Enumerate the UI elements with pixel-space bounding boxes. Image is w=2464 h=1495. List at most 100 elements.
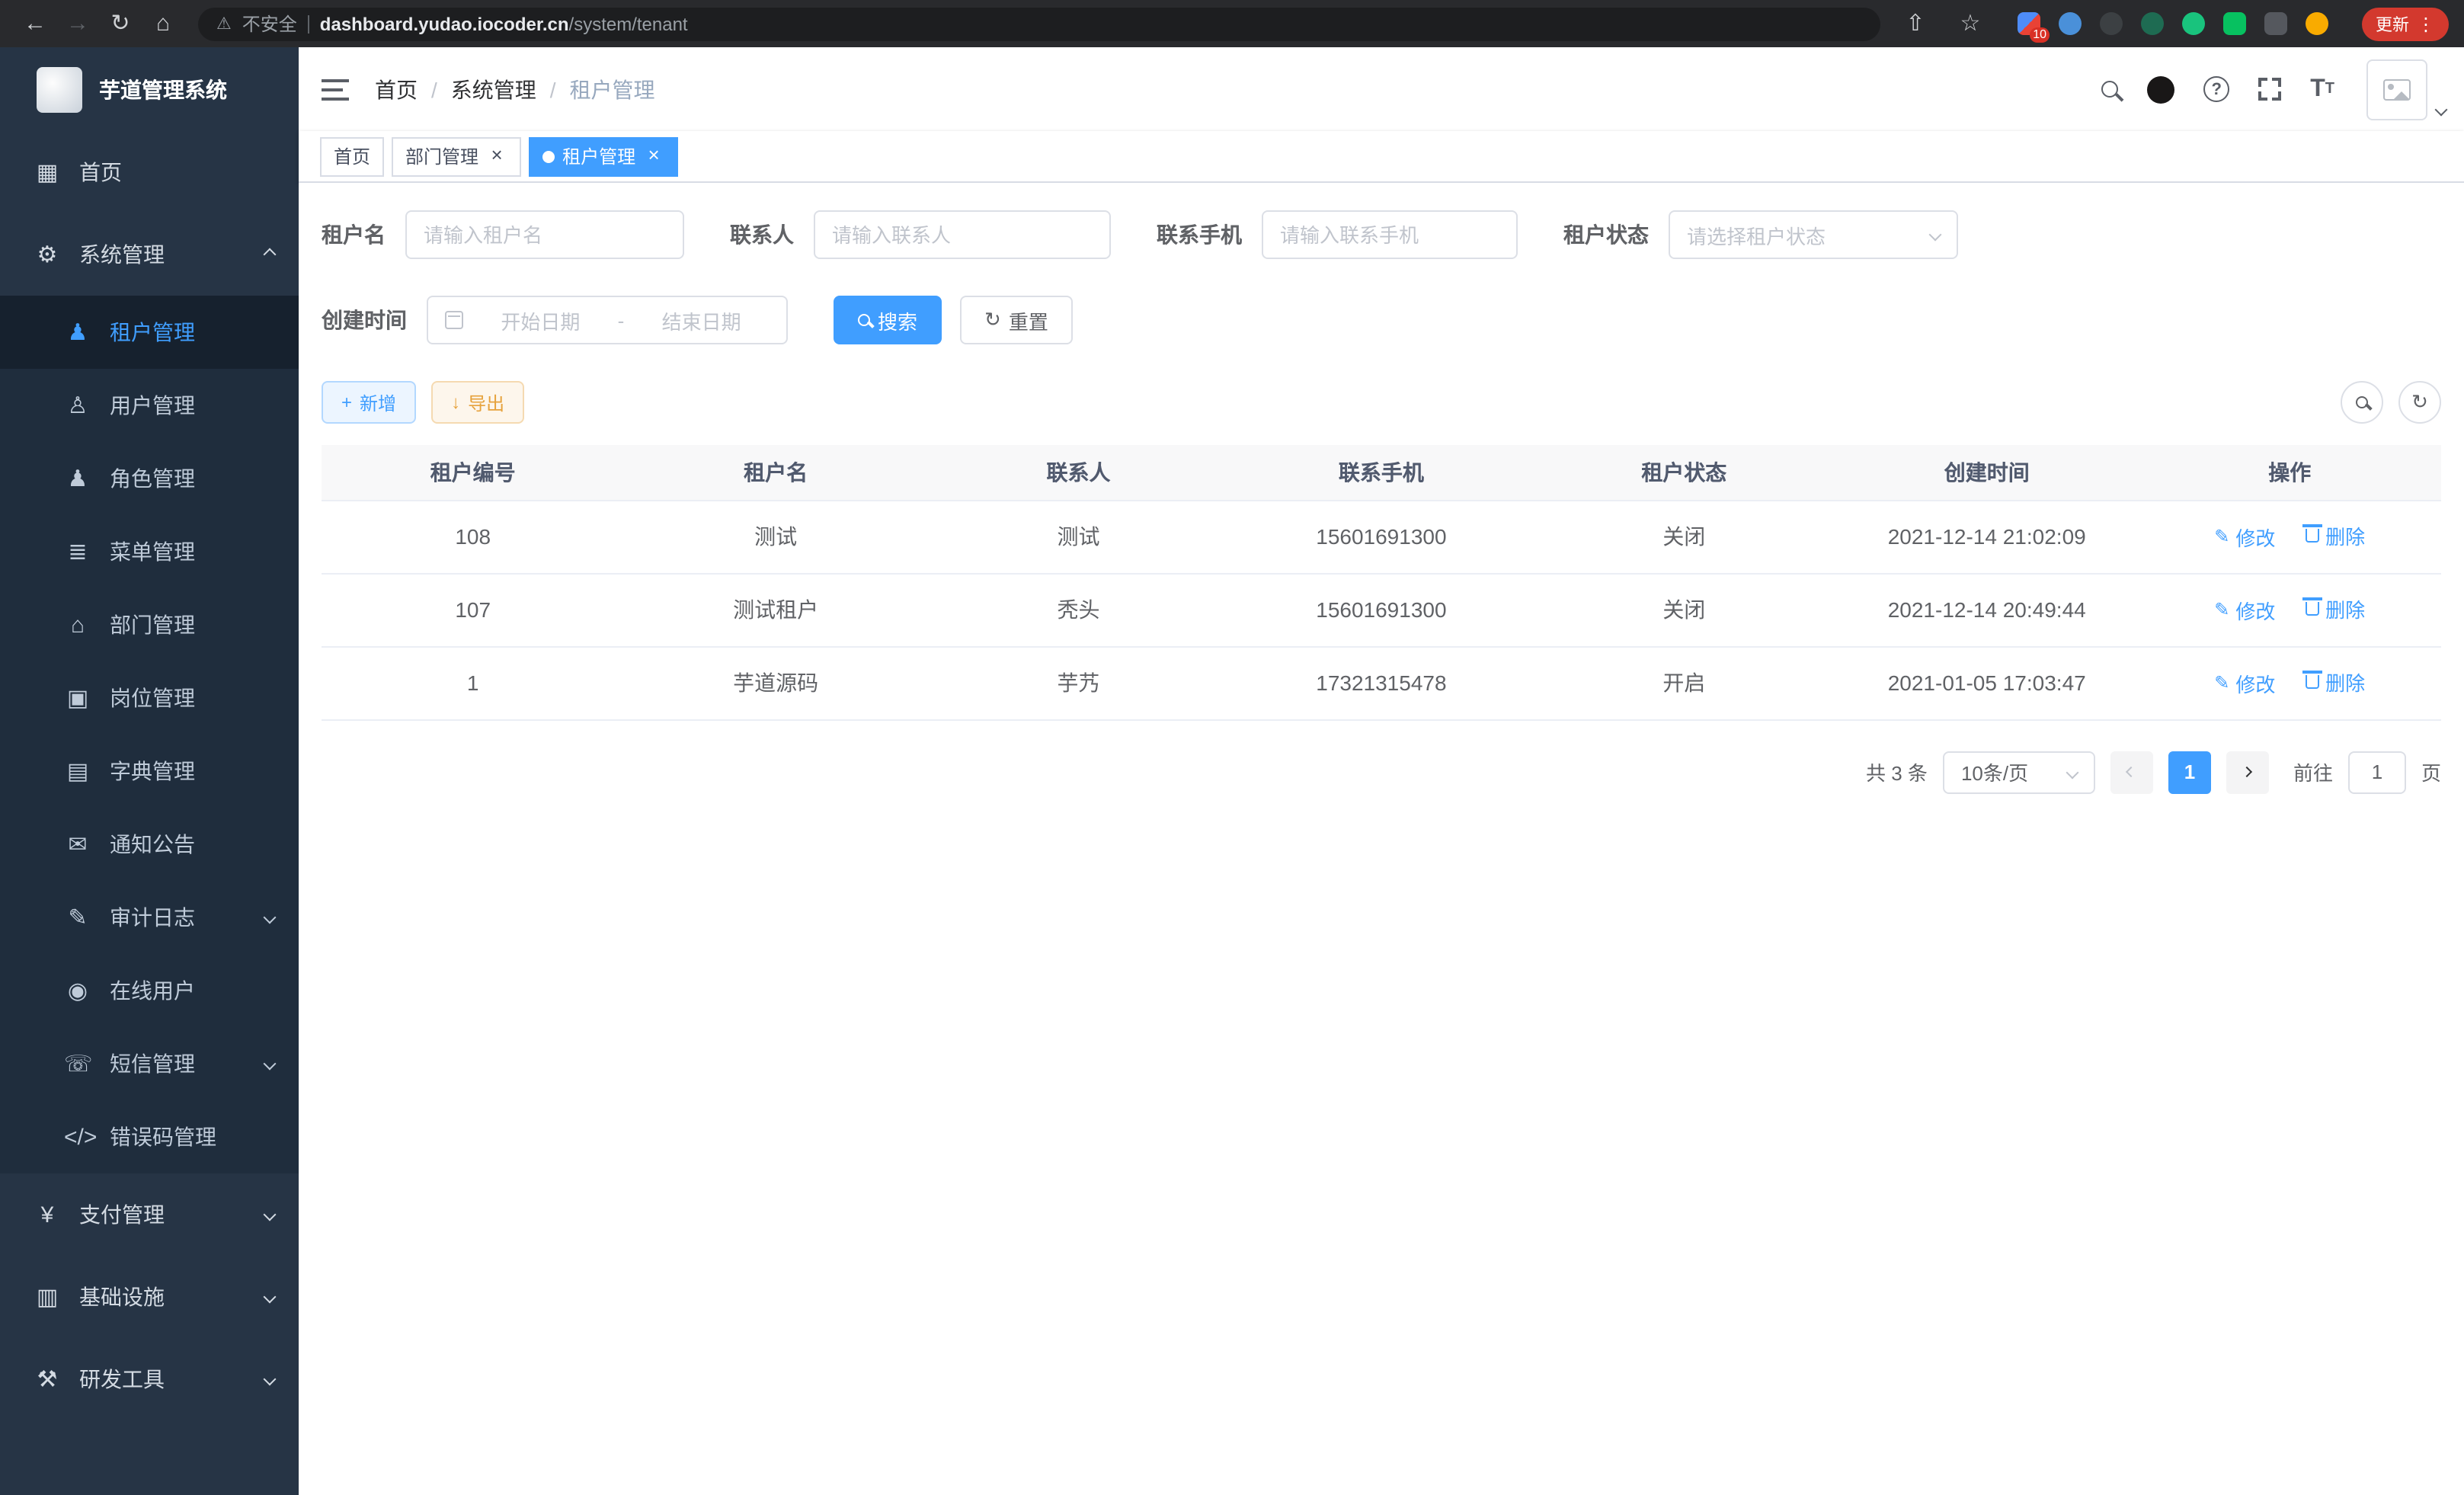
tab-label: 部门管理 [405,143,478,169]
sidebar-item[interactable]: ◉ 在线用户 [0,954,299,1027]
delete-button[interactable]: 删除 [2306,522,2365,551]
status-select-placeholder: 请选择租户状态 [1687,220,1922,249]
tab[interactable]: 部门管理 × [392,136,521,176]
forward-icon[interactable]: → [58,0,98,47]
search-icon [858,314,870,326]
breadcrumb-item[interactable]: 首页 / [375,74,451,104]
browser-menu-icon[interactable]: ⋮ [2417,13,2435,34]
notice-icon: ✉ [64,831,91,858]
calendar-icon [445,311,463,329]
address-bar[interactable]: ⚠ 不安全 dashboard.yudao.iocoder.cn/system/… [198,7,1880,40]
sidebar-item[interactable]: ▣ 岗位管理 [0,661,299,735]
screen: ← → ↻ ⌂ ⚠ 不安全 dashboard.yudao.iocoder.cn… [0,0,2464,1495]
next-page-button[interactable] [2226,751,2269,793]
delete-button[interactable]: 删除 [2306,595,2365,624]
browser-toolbar: ← → ↻ ⌂ ⚠ 不安全 dashboard.yudao.iocoder.cn… [0,0,2464,47]
date-range-picker[interactable]: 开始日期 - 结束日期 [427,296,788,344]
top-navbar: 首页 / 系统管理 / 租户管理 / [299,47,2464,131]
sidebar-item[interactable]: ♙ 用户管理 [0,369,299,442]
sidebar-item[interactable]: ▤ 字典管理 [0,735,299,808]
add-button[interactable]: + 新增 [322,381,416,424]
mobile-input[interactable] [1280,223,1499,246]
tab-close-icon[interactable]: × [643,146,664,167]
sidebar-item[interactable]: ▥ 基础设施 [0,1256,299,1338]
sidebar-item[interactable]: ▦ 首页 [0,131,299,213]
extension-icon[interactable]: 10 [2018,12,2040,35]
breadcrumb-separator: / [431,77,437,101]
help-icon[interactable]: ? [2203,76,2229,102]
extension-icon[interactable] [2306,12,2328,35]
sidebar-item[interactable]: ✎ 审计日志 [0,881,299,954]
active-dot [542,150,555,162]
extension-icon[interactable] [2059,12,2082,35]
tenant-name-input[interactable] [424,223,666,246]
home-icon[interactable]: ⌂ [143,0,183,47]
extension-icon[interactable] [2182,12,2205,35]
sidebar-item[interactable]: ¥ 支付管理 [0,1173,299,1256]
sidebar-item[interactable]: ♟ 角色管理 [0,442,299,515]
sidebar-item[interactable]: ♟ 租户管理 [0,296,299,369]
chevron-icon [264,1208,277,1221]
tab-close-icon[interactable]: × [486,146,507,167]
cell-status: 开启 [1533,646,1835,719]
back-icon[interactable]: ← [15,0,55,47]
logo[interactable]: 芋道管理系统 [0,47,299,131]
date-end-placeholder: 结束日期 [633,306,770,335]
tab[interactable]: 租户管理 × [529,136,678,176]
toggle-search-button[interactable] [2341,381,2383,424]
logo-avatar [37,66,82,112]
chevron-icon [264,248,277,261]
breadcrumb-item[interactable]: 系统管理 / [451,74,570,104]
sidebar-item-label: 在线用户 [110,975,274,1006]
edit-button[interactable]: ✎修改 [2214,669,2275,698]
trash-icon [2306,603,2319,616]
prev-page-button[interactable] [2110,751,2153,793]
page-size-select[interactable]: 10条/页 [1943,751,2095,793]
edit-button[interactable]: ✎修改 [2214,523,2275,552]
search-icon[interactable] [2101,81,2118,98]
sidebar-item-label: 研发工具 [79,1364,247,1394]
sidebar-item[interactable]: ⚙ 系统管理 [0,213,299,296]
cell-mobile: 15601691300 [1230,573,1532,646]
breadcrumb-label: 租户管理 [570,74,655,104]
export-button[interactable]: ↓ 导出 [431,381,524,424]
hamburger-icon[interactable] [322,78,349,100]
extension-icon[interactable] [2100,12,2123,35]
cell-actions: ✎修改 删除 [2138,646,2441,719]
breadcrumb-item[interactable]: 租户管理 / [570,74,655,104]
status-select[interactable]: 请选择租户状态 [1669,210,1958,259]
sidebar-item[interactable]: ≣ 菜单管理 [0,515,299,588]
extension-icon[interactable] [2264,12,2287,35]
github-icon[interactable] [2147,75,2174,103]
avatar[interactable] [2366,59,2427,120]
browser-update-button[interactable]: 更新 ⋮ [2362,7,2449,40]
cell-status: 关闭 [1533,573,1835,646]
sidebar-item[interactable]: </> 错误码管理 [0,1100,299,1173]
refresh-table-button[interactable]: ↻ [2398,381,2441,424]
fullscreen-icon[interactable] [2258,78,2281,101]
sidebar-item[interactable]: ⌂ 部门管理 [0,588,299,661]
font-size-icon[interactable]: TT [2310,77,2334,101]
delete-button[interactable]: 删除 [2306,668,2365,697]
table-row: 107 测试租户 秃头 15601691300 关闭 2021-12-14 20… [322,573,2441,646]
page-number-button[interactable]: 1 [2168,751,2211,793]
search-icon [2356,396,2368,408]
page-jumper-input[interactable] [2348,751,2406,793]
extension-icon[interactable] [2141,12,2164,35]
contact-input[interactable] [832,223,1093,246]
reload-icon[interactable]: ↻ [101,0,140,47]
trash-icon [2306,676,2319,690]
edit-button[interactable]: ✎修改 [2214,596,2275,625]
bookmark-star-icon[interactable]: ☆ [1950,0,1990,47]
search-button[interactable]: 搜索 [834,296,942,344]
sidebar-item[interactable]: ⚒ 研发工具 [0,1338,299,1420]
tenant-name-field [405,210,684,259]
share-icon[interactable]: ⇧ [1896,0,1935,47]
url-host: dashboard.yudao.iocoder.cn [320,13,569,34]
tab[interactable]: 首页 [320,136,384,176]
extension-icon[interactable] [2223,12,2246,35]
sidebar-item[interactable]: ✉ 通知公告 [0,808,299,881]
sidebar-item[interactable]: ☏ 短信管理 [0,1027,299,1100]
user-avatar-dropdown[interactable] [2366,59,2446,120]
reset-button[interactable]: ↻ 重置 [960,296,1073,344]
